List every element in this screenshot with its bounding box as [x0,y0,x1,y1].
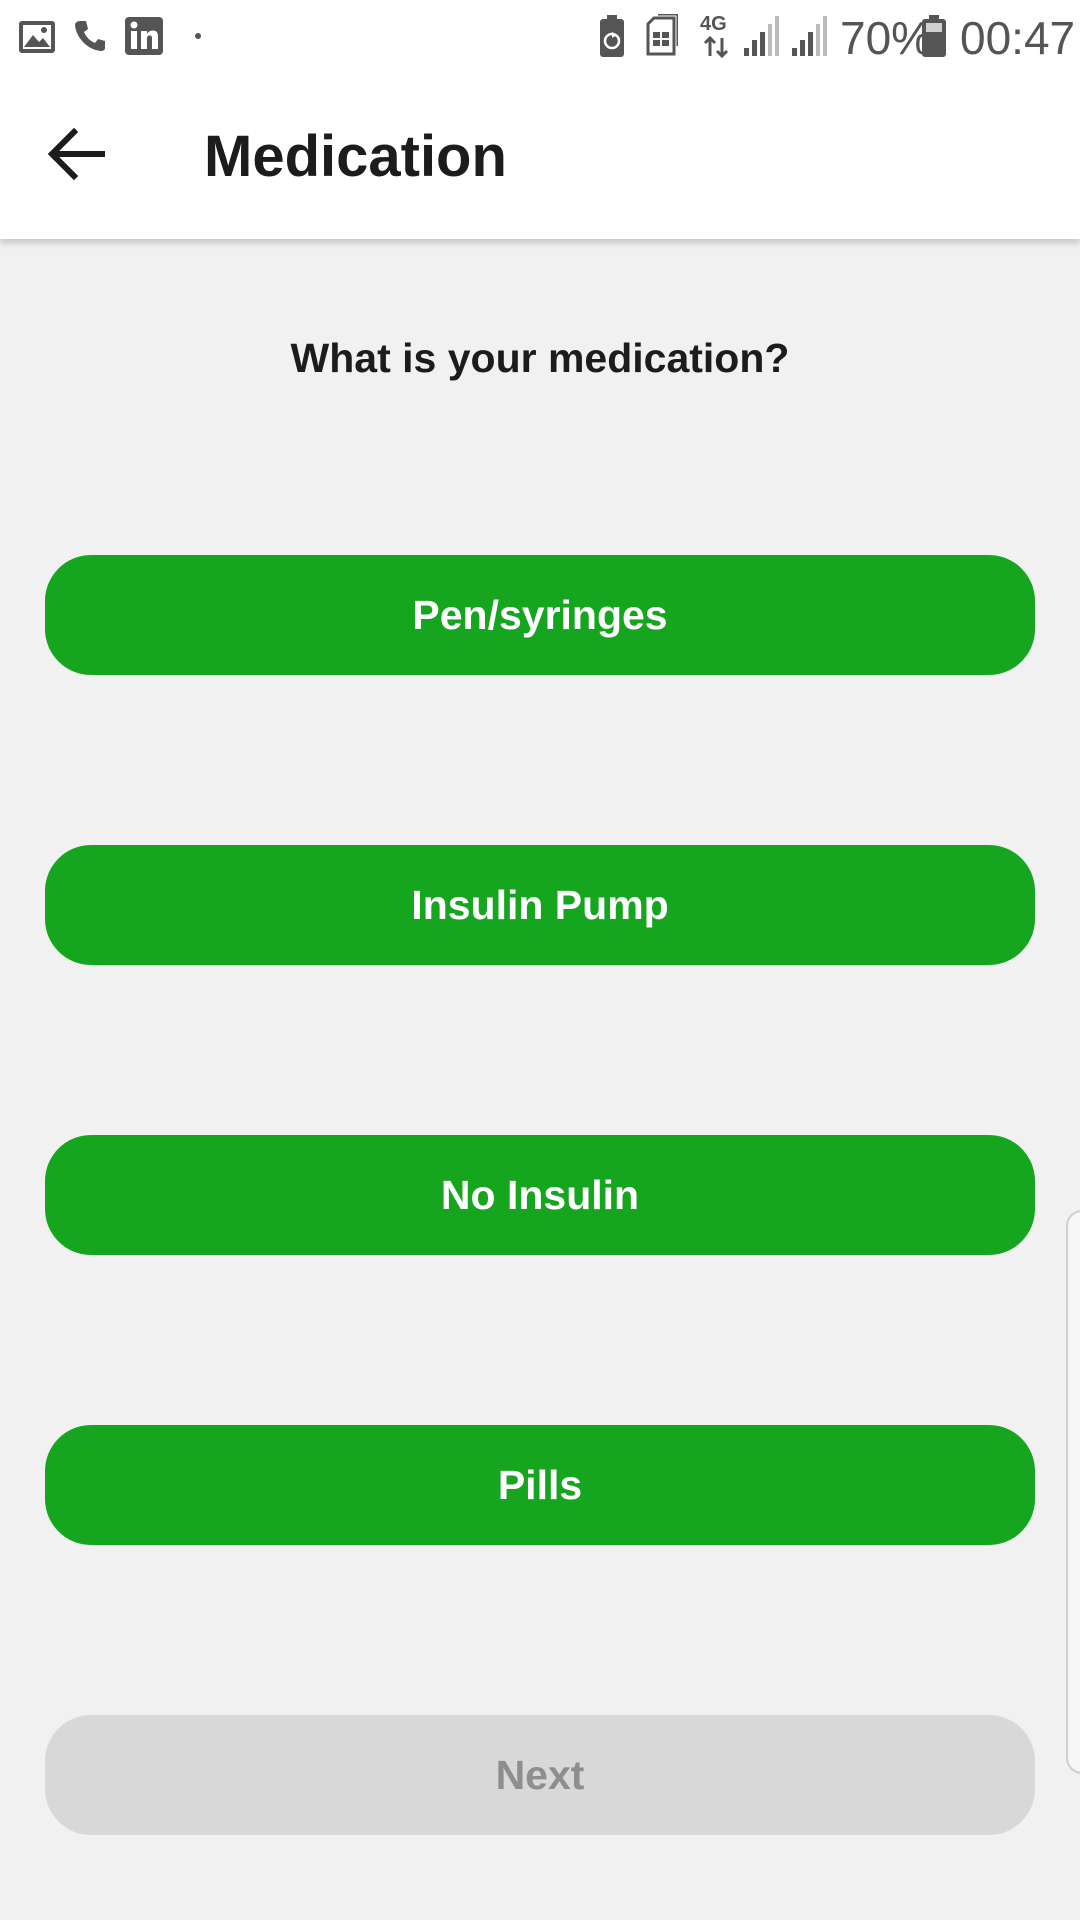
notification-dot-icon [195,33,201,39]
option-pen-syringes-button[interactable]: Pen/syringes [45,555,1035,675]
network-type-label: 4G [700,13,727,35]
signal-icon [792,16,827,56]
edge-panel-handle[interactable] [1066,1210,1080,1774]
sim-card-icon [646,14,678,56]
phone-icon [75,21,105,51]
app-bar: Medication [0,76,1080,239]
option-pills-button[interactable]: Pills [45,1425,1035,1545]
battery-icon [922,15,946,57]
status-bar: 4G 70% 00:47 [0,0,1080,76]
option-insulin-pump-button[interactable]: Insulin Pump [45,845,1035,965]
question-heading: What is your medication? [290,335,790,381]
arrow-left-icon [47,127,105,181]
page-title: Medication [204,124,507,189]
option-no-insulin-button[interactable]: No Insulin [45,1135,1035,1255]
back-button[interactable] [38,114,118,194]
linkedin-icon [125,17,163,55]
4g-data-icon: 4G [700,14,736,58]
battery-saver-icon [600,15,624,57]
signal-icon [744,16,779,56]
battery-percentage: 70% [840,12,933,64]
screen: 4G 70% 00:47 Medication What is your med… [0,0,1080,1920]
clock: 00:47 [960,12,1076,64]
gallery-icon [19,21,55,53]
next-button[interactable]: Next [45,1715,1035,1835]
